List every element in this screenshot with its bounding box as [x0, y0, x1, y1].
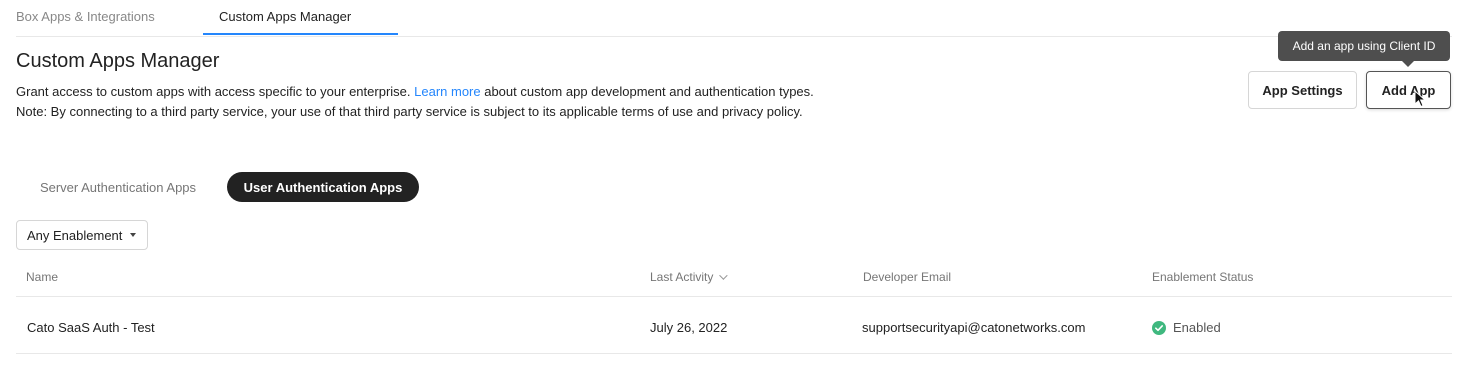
description-text-1: Grant access to custom apps with access … [16, 84, 415, 99]
app-settings-button[interactable]: App Settings [1248, 71, 1357, 109]
enablement-status-cell: Enabled [1152, 320, 1221, 335]
add-app-tooltip: Add an app using Client ID [1278, 31, 1450, 61]
mouse-pointer-icon [1414, 90, 1427, 108]
column-header-developer-email[interactable]: Developer Email [863, 270, 951, 284]
table-header: Name Last Activity Developer Email Enabl… [16, 260, 1452, 297]
column-header-developer-email-label: Developer Email [863, 270, 952, 284]
active-tab-indicator [203, 33, 398, 35]
tab-server-authentication-apps[interactable]: Server Authentication Apps [16, 172, 220, 202]
column-header-last-activity[interactable]: Last Activity [650, 270, 729, 284]
enablement-status-label: Enabled [1173, 320, 1221, 335]
chevron-down-icon [719, 271, 729, 280]
table-row[interactable]: Cato SaaS Auth - Test July 26, 2022 supp… [16, 297, 1452, 354]
column-header-enablement-status-label: Enablement Status [1152, 270, 1254, 284]
top-tab-bar: Box Apps & Integrations Custom Apps Mana… [16, 0, 1452, 37]
tab-box-apps-integrations[interactable]: Box Apps & Integrations [16, 9, 155, 24]
page-description: Grant access to custom apps with access … [16, 82, 846, 122]
enablement-filter-value: Any Enablement [27, 227, 123, 243]
column-header-enablement-status[interactable]: Enablement Status [1152, 270, 1253, 284]
page-title: Custom Apps Manager [16, 50, 220, 72]
tooltip-arrow [1402, 61, 1414, 67]
learn-more-link[interactable]: Learn more [414, 84, 480, 99]
column-header-name[interactable]: Name [26, 270, 58, 284]
column-header-last-activity-label: Last Activity [650, 270, 714, 284]
tab-custom-apps-manager[interactable]: Custom Apps Manager [219, 9, 351, 24]
column-header-name-label: Name [26, 270, 59, 284]
last-activity-cell: July 26, 2022 [650, 320, 728, 335]
enablement-filter-dropdown[interactable]: Any Enablement [16, 220, 148, 250]
app-name-cell[interactable]: Cato SaaS Auth - Test [27, 320, 155, 335]
add-app-button[interactable]: Add App [1366, 71, 1451, 109]
check-circle-icon [1152, 320, 1166, 335]
tab-user-authentication-apps[interactable]: User Authentication Apps [227, 172, 419, 202]
caret-down-icon [130, 233, 137, 237]
developer-email-cell: supportsecurityapi@catonetworks.com [862, 320, 1086, 335]
